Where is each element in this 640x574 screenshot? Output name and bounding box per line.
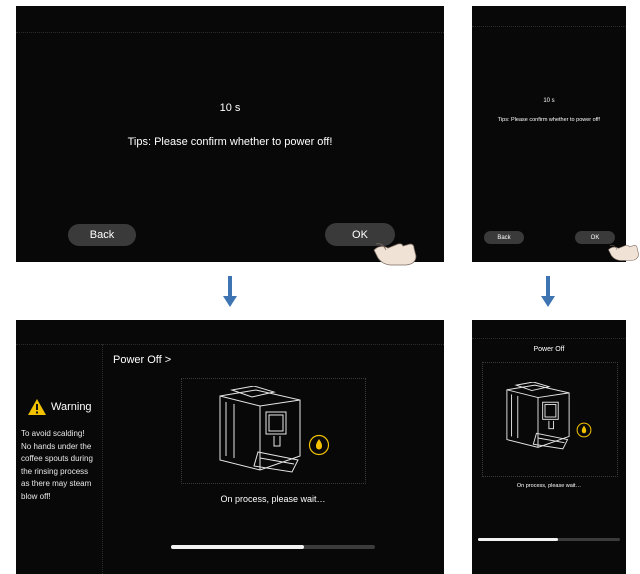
water-drop-icon (576, 422, 592, 438)
coffee-machine-icon (506, 382, 570, 450)
warning-line: No hands under the (21, 441, 92, 451)
tip-text: Tips: Please confirm whether to power of… (127, 136, 333, 148)
sidebar-divider (102, 344, 103, 574)
divider (16, 344, 444, 345)
countdown-label: 10 s (219, 102, 241, 114)
warning-title: Warning (51, 401, 92, 413)
warning-icon (28, 399, 46, 415)
divider (472, 338, 626, 339)
warning-line: blow off! (21, 491, 51, 501)
warning-line: coffee spouts during (21, 454, 93, 463)
progress-fill (478, 538, 558, 541)
warning-line: the rinsing process (21, 466, 89, 476)
status-text: On process, please wait… (220, 494, 326, 504)
arrow-down-icon (223, 276, 237, 307)
progress-bar (171, 545, 375, 549)
breadcrumb: Power Off > (113, 354, 172, 366)
back-button[interactable]: Back (484, 231, 524, 244)
divider (472, 26, 626, 27)
back-button[interactable]: Back (68, 224, 136, 246)
confirm-dialog-small: 10 s Tips: Please confirm whether to pow… (472, 6, 626, 262)
tip-text: Tips: Please confirm whether to power of… (497, 117, 601, 123)
countdown-label: 10 s (543, 98, 555, 104)
hand-pointer-icon (608, 244, 639, 261)
arrow-down-icon (541, 276, 555, 307)
power-off-screen-large: Warning To avoid scalding! No hands unde… (16, 320, 444, 574)
progress-bar (478, 538, 620, 541)
warning-line: as there may steam (21, 479, 92, 488)
power-off-screen-small: Power Off On process, please wait… (472, 320, 626, 574)
confirm-dialog-large: 10 s Tips: Please confirm whether to pow… (16, 6, 444, 262)
warning-line: To avoid scalding! (21, 429, 85, 438)
page-title: Power Off (533, 346, 565, 353)
water-drop-icon (308, 434, 330, 456)
warning-text: To avoid scalding! No hands under the co… (21, 428, 93, 503)
progress-fill (171, 545, 304, 549)
coffee-machine-icon (219, 386, 301, 473)
divider (16, 32, 444, 33)
status-text: On process, please wait… (516, 483, 582, 489)
hand-pointer-icon (373, 243, 417, 266)
